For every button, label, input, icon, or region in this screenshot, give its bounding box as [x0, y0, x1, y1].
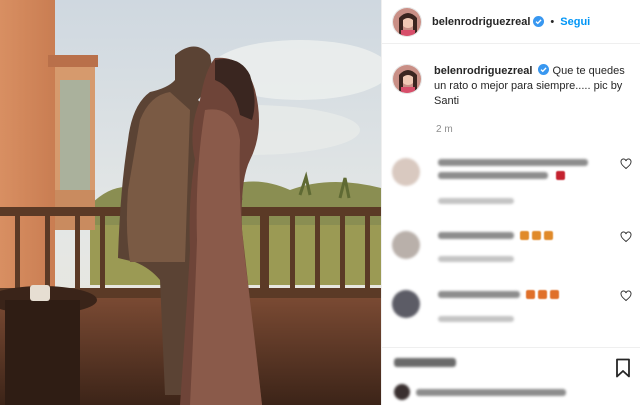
- post-time: 2 m: [436, 124, 453, 135]
- bookmark-icon[interactable]: [615, 358, 631, 378]
- caption: belenrodriguezreal Que te quedes un rato…: [392, 64, 632, 109]
- heart-icon[interactable]: [620, 290, 632, 302]
- separator-dot: •: [550, 15, 555, 28]
- post-image: [0, 0, 381, 405]
- blurred-likes-text: [416, 389, 566, 396]
- emoji-icon: [544, 231, 553, 240]
- caption-text-block: belenrodriguezreal Que te quedes un rato…: [434, 64, 630, 109]
- comment-item: [392, 158, 632, 208]
- post-header: belenrodriguezreal • Segui: [382, 0, 640, 44]
- post-side-panel: belenrodriguezreal • Segui belenrodrigue…: [381, 0, 640, 405]
- blurred-comment-meta: [438, 316, 514, 322]
- blurred-comment-text: [438, 232, 514, 239]
- blurred-comment-text: [438, 159, 588, 166]
- comment-item: [392, 290, 632, 340]
- post-actions-bar: [382, 347, 640, 405]
- post-photo[interactable]: [0, 0, 381, 405]
- username-link[interactable]: belenrodriguezreal: [432, 16, 530, 28]
- heart-icon[interactable]: [620, 231, 632, 243]
- comment-avatar: [392, 231, 420, 259]
- emoji-icon: [526, 290, 535, 299]
- liker-avatar: [394, 384, 410, 400]
- blurred-comment-meta: [438, 198, 514, 204]
- emoji-icon: [550, 290, 559, 299]
- avatar[interactable]: [392, 6, 422, 37]
- heart-emoji-icon: [556, 171, 565, 180]
- blurred-comment-meta: [438, 256, 514, 262]
- comment-avatar: [392, 290, 420, 318]
- verified-badge-icon: [538, 64, 550, 75]
- heart-icon[interactable]: [620, 158, 632, 170]
- caption-avatar[interactable]: [392, 64, 422, 94]
- verified-badge-icon: [533, 16, 545, 27]
- comment-avatar: [392, 158, 420, 186]
- follow-button[interactable]: Segui: [560, 16, 590, 28]
- comment-item: [392, 231, 632, 281]
- caption-username[interactable]: belenrodriguezreal: [434, 65, 532, 77]
- emoji-icon: [520, 231, 529, 240]
- blurred-action-icons[interactable]: [394, 358, 456, 367]
- emoji-icon: [538, 290, 547, 299]
- blurred-comment-text: [438, 172, 548, 179]
- emoji-icon: [532, 231, 541, 240]
- blurred-comment-text: [438, 291, 520, 298]
